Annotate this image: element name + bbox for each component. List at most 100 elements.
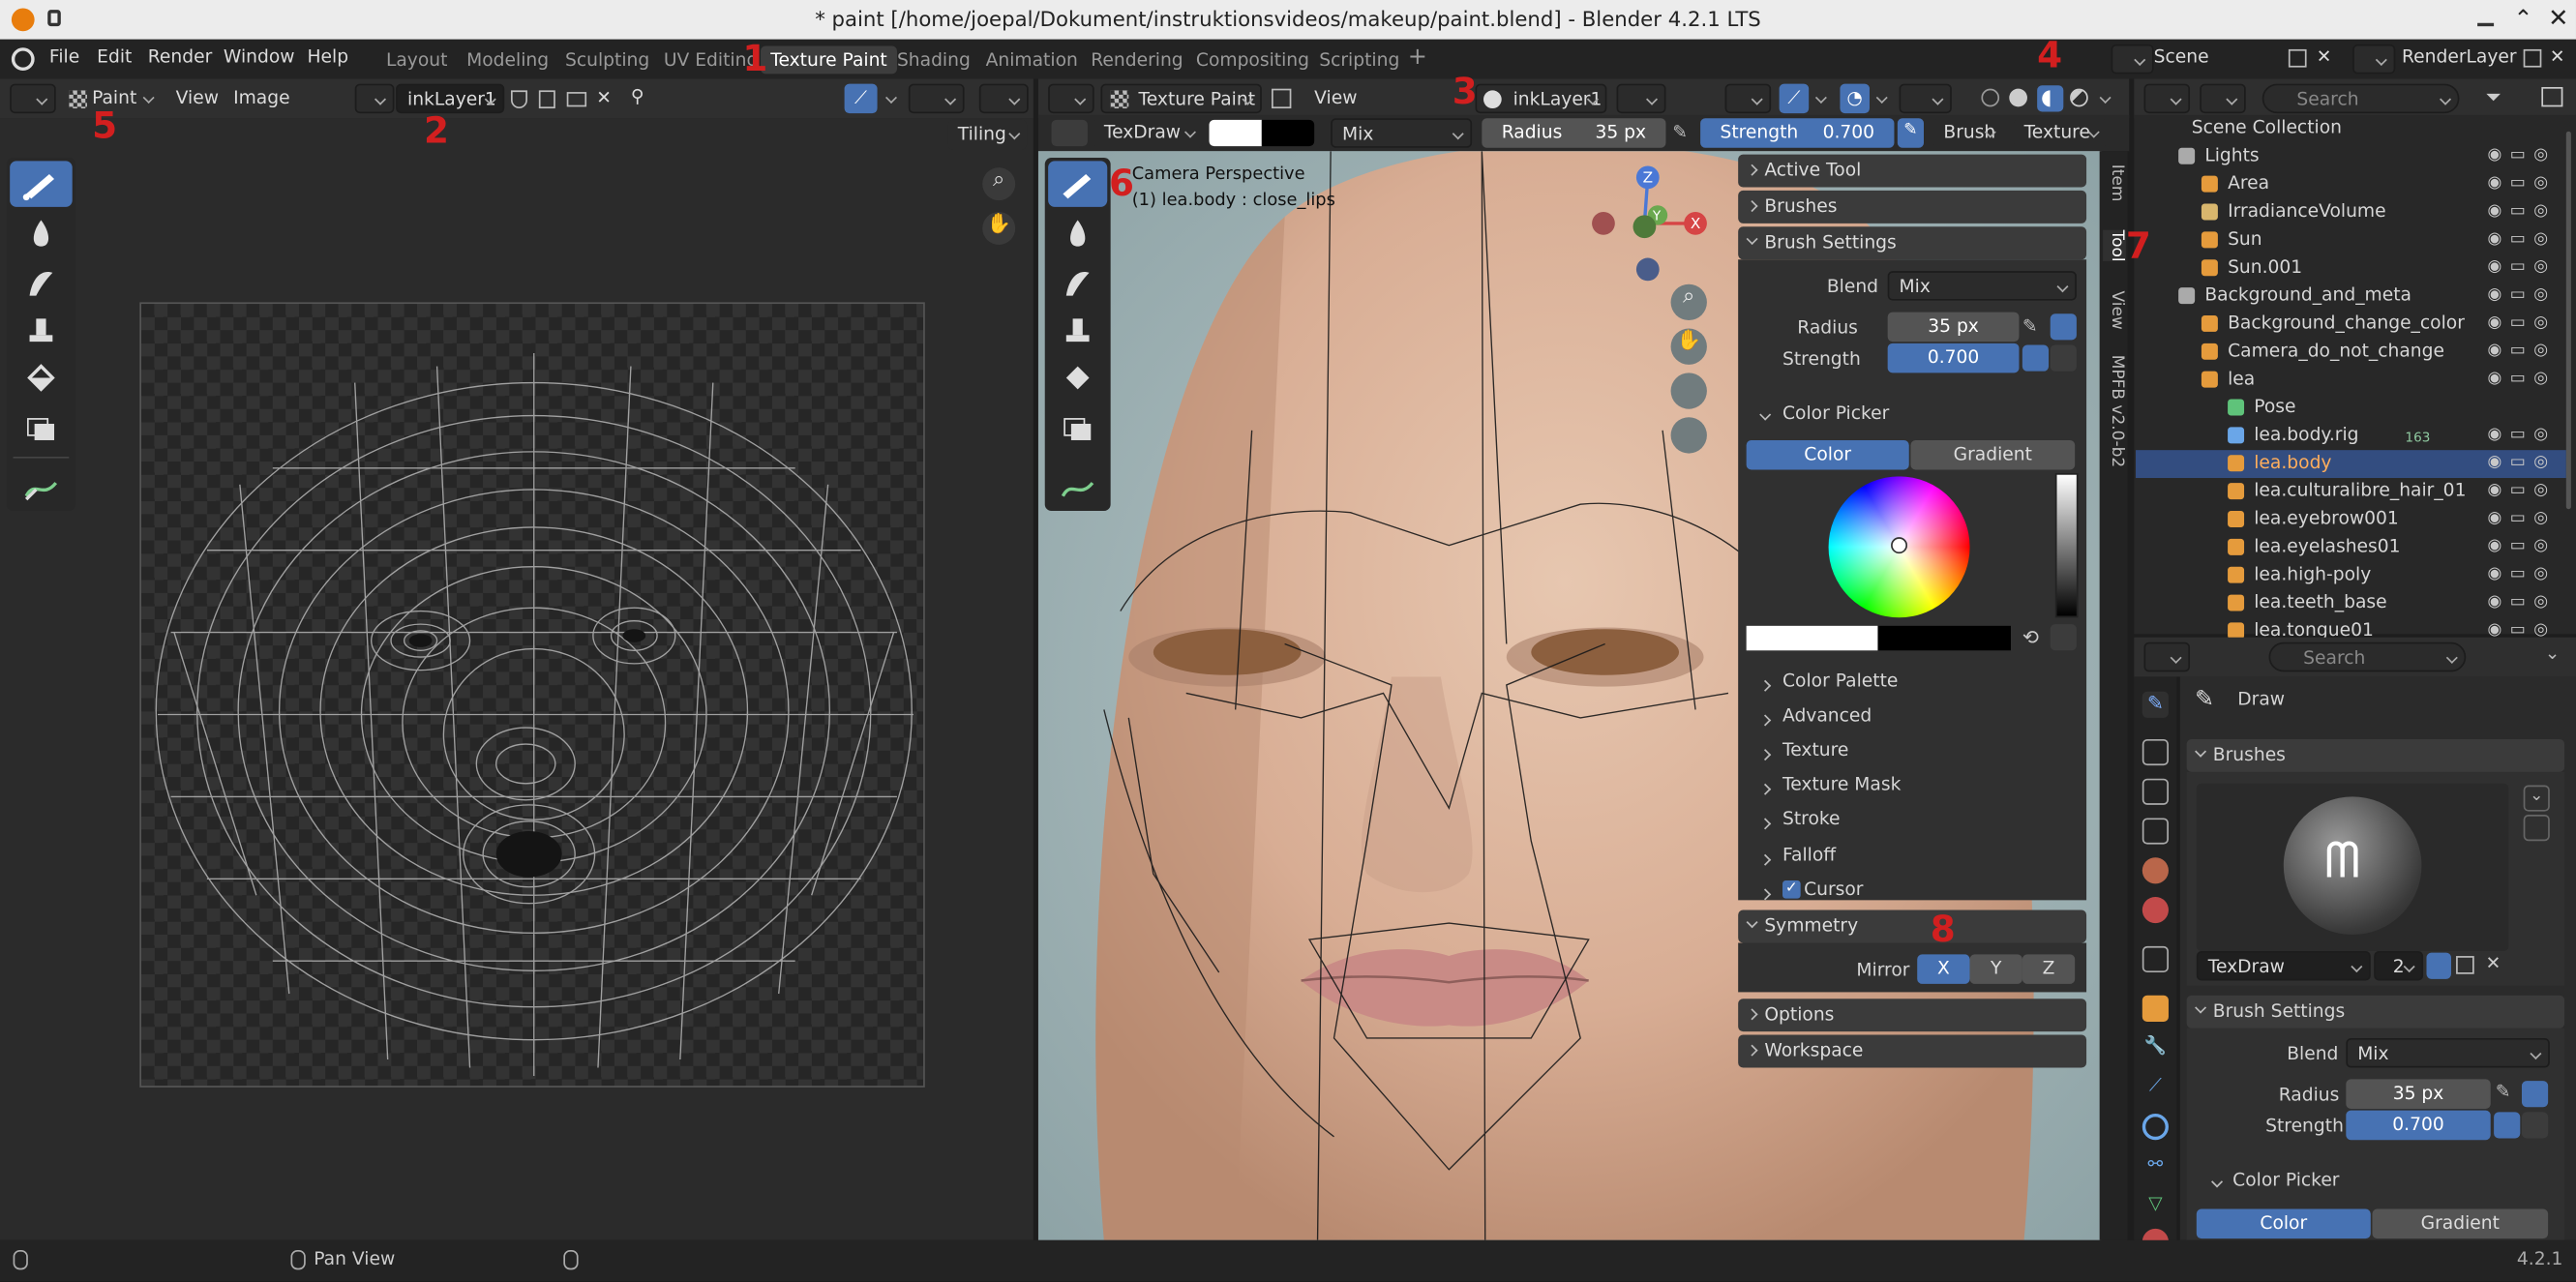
panel-brushes[interactable]: Brushes: [1738, 190, 2087, 224]
sidebar-blend-dropdown[interactable]: Mix: [1887, 271, 2077, 301]
visibility-toggles-icon[interactable]: ◉▭◎: [2487, 313, 2556, 332]
picker-secondary-swatch[interactable]: [1877, 625, 2011, 651]
tab-layout[interactable]: Layout: [386, 49, 448, 71]
filter-icon[interactable]: ⏷: [2486, 85, 2501, 109]
value-slider[interactable]: [2054, 472, 2079, 618]
data-properties-icon[interactable]: ▽: [2142, 1193, 2169, 1219]
prop-color-picker-panel[interactable]: Color Picker: [2209, 1170, 2339, 1191]
menu-file[interactable]: File: [49, 46, 79, 68]
outliner-search-input[interactable]: Search: [2261, 83, 2460, 114]
prop-blend-dropdown[interactable]: Mix: [2346, 1037, 2550, 1068]
zoom-icon[interactable]: ⌕: [982, 167, 1016, 201]
outliner-row[interactable]: Area ◉▭◎: [2136, 171, 2566, 199]
subpanel-falloff[interactable]: Falloff: [1754, 845, 1836, 866]
strength-field[interactable]: Strength 0.700: [1700, 118, 1895, 148]
vp-annotate-tool-icon[interactable]: [1048, 463, 1107, 510]
close-icon[interactable]: ✕: [2548, 3, 2568, 33]
brush-users-count[interactable]: 2: [2374, 950, 2424, 981]
prop-strength-field[interactable]: 0.700: [2346, 1110, 2491, 1141]
soften-tool-icon[interactable]: [10, 210, 73, 256]
sidebar-radius-field[interactable]: 35 px: [1887, 312, 2020, 343]
prop-color-tab[interactable]: Color: [2196, 1208, 2371, 1239]
render-layer-name[interactable]: RenderLayer: [2402, 46, 2517, 68]
sidebar-tab-view[interactable]: View: [2103, 290, 2126, 329]
subpanel-color-picker[interactable]: Color Picker: [1754, 402, 1889, 424]
pin-image-icon[interactable]: ⚲: [631, 85, 644, 106]
prop-brush-name-field[interactable]: TexDraw: [2196, 950, 2371, 981]
outliner-scrollbar[interactable]: [2565, 131, 2571, 510]
menu-view[interactable]: View: [176, 87, 219, 108]
outliner-row[interactable]: Background_change_color ◉▭◎: [2136, 311, 2566, 339]
scene-copy-icon[interactable]: [2288, 48, 2307, 68]
add-workspace-icon[interactable]: +: [1408, 45, 1427, 71]
annotate-tool-icon[interactable]: [10, 463, 73, 510]
outliner-row[interactable]: lea.culturalibre_hair_01 ◉▭◎: [2136, 478, 2566, 506]
outliner-row[interactable]: lea.eyebrow001 ◉▭◎: [2136, 506, 2566, 534]
primary-color-swatch[interactable]: [1209, 119, 1262, 147]
pivot-dropdown-icon[interactable]: [1616, 83, 1666, 114]
properties-search-input[interactable]: Search: [2268, 641, 2467, 672]
shading-rendered-icon[interactable]: [2070, 88, 2088, 107]
outliner-row[interactable]: lea.teeth_base ◉▭◎: [2136, 589, 2566, 617]
panel-workspace[interactable]: Workspace: [1738, 1034, 2087, 1068]
visibility-toggles-icon[interactable]: ◉▭◎: [2487, 593, 2556, 611]
outliner-row[interactable]: lea.body ◉▭◎: [2136, 450, 2566, 479]
visibility-toggles-icon[interactable]: ◉▭◎: [2487, 621, 2556, 640]
visibility-toggles-icon[interactable]: ◉▭◎: [2487, 230, 2556, 249]
sidebar-tab-mpfb[interactable]: MPFB v2.0-b2: [2103, 355, 2126, 467]
menu-render[interactable]: Render: [148, 46, 213, 68]
layer-copy-icon[interactable]: [2523, 48, 2542, 68]
tab-compositing[interactable]: Compositing: [1196, 49, 1309, 71]
scene-properties-icon[interactable]: [2142, 857, 2169, 884]
properties-editor-type-icon[interactable]: [2143, 641, 2191, 672]
subpanel-advanced[interactable]: Advanced: [1754, 704, 1872, 727]
overlay-toggle-icon[interactable]: [908, 83, 965, 114]
layer-remove-icon[interactable]: ✕: [2550, 46, 2565, 68]
new-collection-icon[interactable]: [2541, 86, 2563, 107]
shading-options-icon[interactable]: [2095, 84, 2118, 114]
strength-pressure-icon[interactable]: ✎: [1897, 118, 1925, 148]
prop-radius-unified-icon[interactable]: [2521, 1081, 2549, 1108]
tool-properties-icon[interactable]: ✎: [2142, 691, 2169, 718]
prop-strength-pressure-icon[interactable]: [2494, 1112, 2521, 1139]
gradient-tab[interactable]: Gradient: [1910, 439, 2076, 470]
uv-image-canvas[interactable]: [139, 302, 925, 1088]
outliner-editor-type-icon[interactable]: [2143, 83, 2191, 114]
gizmo-toggle-icon[interactable]: ⟋: [1779, 83, 1810, 114]
tiling-dropdown[interactable]: Tiling: [947, 119, 1028, 150]
swap-colors-icon[interactable]: ⟲: [2022, 626, 2039, 649]
tab-scripting[interactable]: Scripting: [1319, 49, 1399, 71]
xray-dropdown-icon[interactable]: [1899, 83, 1952, 114]
world-properties-icon[interactable]: [2142, 896, 2169, 924]
scene-remove-icon[interactable]: ✕: [2317, 46, 2332, 68]
menu-help[interactable]: Help: [307, 46, 348, 68]
viewport-menu-view[interactable]: View: [1314, 87, 1357, 108]
brush-preview-icon[interactable]: [1051, 119, 1088, 147]
scene-name[interactable]: Scene: [2154, 46, 2209, 68]
vp-draw-tool-icon[interactable]: [1048, 161, 1108, 207]
image-browse-icon[interactable]: [354, 83, 395, 114]
color-tab[interactable]: Color: [1746, 439, 1909, 470]
visibility-toggles-icon[interactable]: ◉▭◎: [2487, 342, 2556, 360]
vp-camera-icon[interactable]: [1670, 373, 1707, 409]
outliner-row[interactable]: IrradianceVolume ◉▭◎: [2136, 198, 2566, 226]
panel-active-tool[interactable]: Active Tool: [1738, 154, 2087, 188]
visibility-toggles-icon[interactable]: ◉▭◎: [2487, 174, 2556, 193]
vp-smear-tool-icon[interactable]: [1048, 259, 1107, 306]
shading-solid-icon[interactable]: [2009, 88, 2027, 107]
mask-tool-icon[interactable]: [10, 404, 73, 451]
constraints-properties-icon[interactable]: ⚯: [2142, 1153, 2169, 1179]
vp-pan-icon[interactable]: ✋: [1670, 328, 1707, 365]
picker-primary-swatch[interactable]: [1746, 625, 1878, 651]
properties-options-icon[interactable]: ⌄: [2545, 642, 2561, 664]
sidebar-tab-tool[interactable]: Tool: [2103, 229, 2126, 262]
display-mode-icon[interactable]: [2200, 83, 2246, 114]
scene-type-icon[interactable]: [2111, 44, 2154, 75]
fill-tool-icon[interactable]: [10, 355, 73, 402]
outliner-row[interactable]: Sun ◉▭◎: [2136, 226, 2566, 254]
outliner-row[interactable]: lea ◉▭◎: [2136, 367, 2566, 395]
visibility-toggles-icon[interactable]: ◉▭◎: [2487, 537, 2556, 555]
vp-lock-icon[interactable]: [1670, 417, 1707, 454]
maximize-icon[interactable]: ⌃: [2513, 7, 2532, 33]
modifier-properties-icon[interactable]: 🔧: [2142, 1035, 2169, 1061]
